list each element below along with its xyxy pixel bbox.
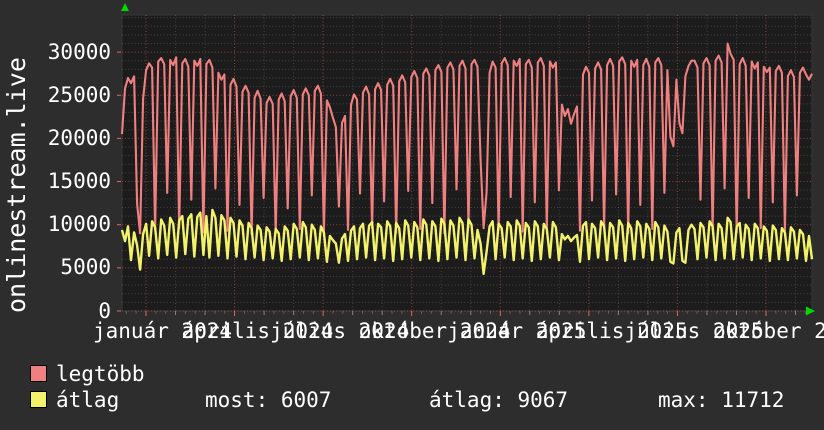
stat-most: most: 6007 [205,388,332,412]
stat-atlag: átlag: 9067 [429,388,569,412]
rrd-graph: onlinestream.live 0 5000 10000 15000 20000 25… [0,0,824,430]
y-axis-tick-label: 20000 [47,125,111,150]
legend-label-atlag: átlag [56,388,120,412]
legend-label-legtobb: legtöbb [56,362,145,386]
x-axis-tick-label: október 2025 [712,319,824,343]
y-axis-tick-label: 5000 [60,255,111,280]
up-arrow-icon [121,3,129,11]
y-axis-tick-label: 25000 [47,82,111,107]
legend-swatch-legtobb [30,365,47,382]
legend-swatch-atlag [30,391,47,408]
y-axis-tick-label: 15000 [47,169,111,194]
plot-area [117,3,815,316]
y-axis-tick-label: 30000 [47,39,111,64]
stat-max: max: 11712 [658,388,785,412]
y-axis-tick-label: 10000 [47,212,111,237]
